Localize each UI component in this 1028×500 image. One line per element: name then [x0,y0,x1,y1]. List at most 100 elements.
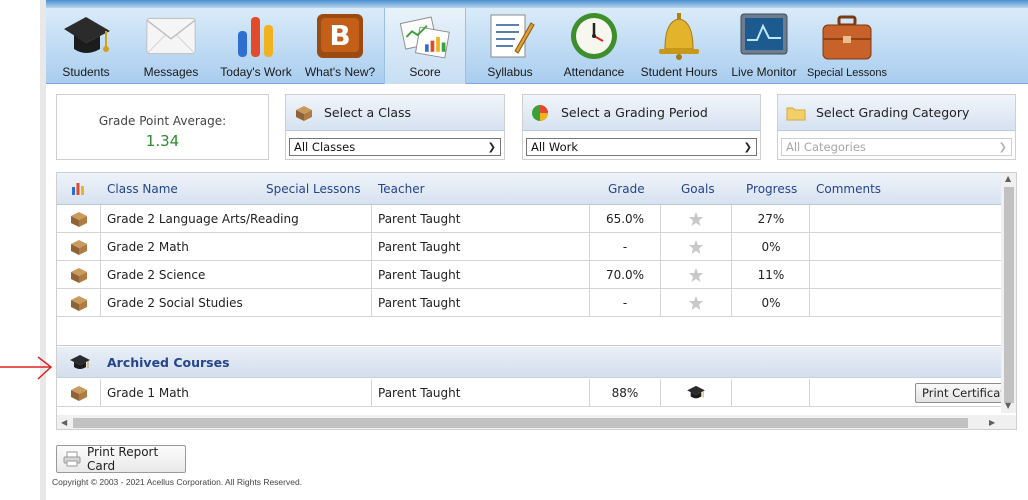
period-dropdown[interactable]: All Work ❯ [526,138,757,156]
goal-star-icon [661,205,731,233]
print-certificate-button[interactable]: Print Certificate [915,383,1007,403]
teacher: Parent Taught [378,386,461,400]
teacher: Parent Taught [378,240,461,254]
spacer-row [57,319,1001,346]
clock-icon [568,11,620,61]
left-margin [0,0,40,500]
header-grade[interactable]: Grade [608,173,645,205]
teacher: Parent Taught [378,296,461,310]
toolbar-label: Today's Work [220,65,292,79]
annotation-arrow-icon [0,356,53,380]
gpa-value: 1.34 [145,132,180,150]
chevron-down-icon: ❯ [487,141,496,153]
horizontal-scrollbar[interactable]: ◀ ▶ [57,415,1016,429]
header-chart-icon [71,173,85,205]
progress: 27% [757,212,785,226]
graduation-cap-icon [60,11,112,61]
toolbar-live-monitor[interactable]: Live Monitor [724,8,804,84]
envelope-icon [145,11,197,61]
vertical-scrollbar[interactable]: ▲ ▼ [1001,173,1016,413]
box-icon [69,289,89,317]
scroll-right-arrow-icon[interactable]: ▶ [989,418,995,427]
toolbar-label: Students [62,65,110,79]
table-row[interactable]: Grade 2 Social Studies Parent Taught - 0… [57,289,1001,317]
gpa-panel: Grade Point Average: 1.34 [56,94,269,160]
toolbar-special-lessons[interactable]: Special Lessons [804,8,890,84]
category-dropdown-value: All Categories [786,140,866,154]
top-strip [46,0,1028,8]
toolbar-attendance[interactable]: Attendance [554,8,634,84]
chevron-down-icon: ❯ [998,141,1007,153]
graduation-cap-icon [661,379,731,407]
category-select-header: Select Grading Category [778,95,1015,131]
grade: 70.0% [605,268,645,282]
progress: 0% [761,296,781,310]
header-special-lessons[interactable]: Special Lessons [266,173,361,205]
header-comments[interactable]: Comments [816,173,881,205]
toolbar-student-hours[interactable]: Student Hours [634,8,724,84]
toolbar-label: Syllabus [487,65,533,79]
period-select-title: Select a Grading Period [561,105,708,120]
progress: 0% [761,240,781,254]
vertical-scroll-thumb[interactable] [1004,187,1014,403]
category-dropdown: All Categories ❯ [781,138,1012,156]
progress: 11% [757,268,785,282]
print-report-card-button[interactable]: Print Report Card [56,445,186,473]
briefcase-icon [821,13,873,63]
toolbar-messages[interactable]: Messages [126,8,216,84]
toolbar-label: Live Monitor [731,65,797,79]
class-name[interactable]: Grade 2 Science [107,261,205,289]
gpa-label: Grade Point Average: [98,114,227,128]
header-goals[interactable]: Goals [681,173,715,205]
header-teacher[interactable]: Teacher [378,173,425,205]
table-row[interactable]: Grade 2 Math Parent Taught - 0% [57,233,1001,261]
toolbar-syllabus[interactable]: Syllabus [466,8,554,84]
period-select-panel: Select a Grading Period All Work ❯ [522,94,761,160]
scroll-down-arrow-icon[interactable]: ▼ [1005,401,1011,410]
toolbar-label: Student Hours [640,65,718,79]
class-dropdown[interactable]: All Classes ❯ [289,138,501,156]
toolbar-todays-work[interactable]: Today's Work [216,8,296,84]
class-select-header: Select a Class [286,95,504,131]
toolbar-label: Attendance [563,65,625,79]
horizontal-scroll-thumb[interactable] [73,418,968,428]
toolbar-whats-new[interactable]: B What's New? [296,8,384,84]
toolbar-label: What's New? [304,65,376,79]
goal-star-icon [661,233,731,261]
table-header: Class Name Special Lessons Teacher Grade… [57,173,1001,205]
table-row[interactable]: Grade 2 Language Arts/Reading Parent Tau… [57,205,1001,233]
bell-icon [653,11,705,61]
header-class-name[interactable]: Class Name [107,173,178,205]
toolbar-label: Score [409,65,441,79]
archived-table-row[interactable]: Grade 1 Math Parent Taught 88% Print Cer… [57,379,1007,407]
class-name[interactable]: Grade 1 Math [107,379,189,407]
toolbar-label: Special Lessons [806,67,888,79]
scroll-left-arrow-icon[interactable]: ◀ [61,418,67,427]
grade: 65.0% [605,212,645,226]
header-progress[interactable]: Progress [746,173,797,205]
graduation-cap-icon [69,347,91,378]
main-toolbar: Students Messages Today's Work B What's … [46,8,1028,84]
toolbar-label: Messages [143,65,199,79]
copyright-text: Copyright © 2003 - 2021 Acellus Corporat… [52,477,303,487]
svg-text:B: B [329,19,350,52]
print-report-card-label: Print Report Card [87,445,159,473]
class-select-title: Select a Class [324,105,412,120]
archived-courses-label: Archived Courses [107,355,230,370]
toolbar-score[interactable]: Score [384,8,466,84]
blogger-icon: B [314,11,366,61]
class-name[interactable]: Grade 2 Language Arts/Reading [107,205,299,233]
toolbar-students[interactable]: Students [46,8,126,84]
box-icon [69,261,89,289]
folder-icon [786,103,808,123]
grade: 88% [611,386,639,400]
scroll-up-arrow-icon[interactable]: ▲ [1005,174,1011,183]
archived-section-header: Archived Courses [57,347,1001,378]
table-row[interactable]: Grade 2 Science Parent Taught 70.0% 11% [57,261,1001,289]
class-name[interactable]: Grade 2 Social Studies [107,289,243,317]
class-name[interactable]: Grade 2 Math [107,233,189,261]
monitor-icon [738,11,790,61]
score-chart-icon [399,11,451,61]
goal-star-icon [661,261,731,289]
box-icon [294,103,316,123]
